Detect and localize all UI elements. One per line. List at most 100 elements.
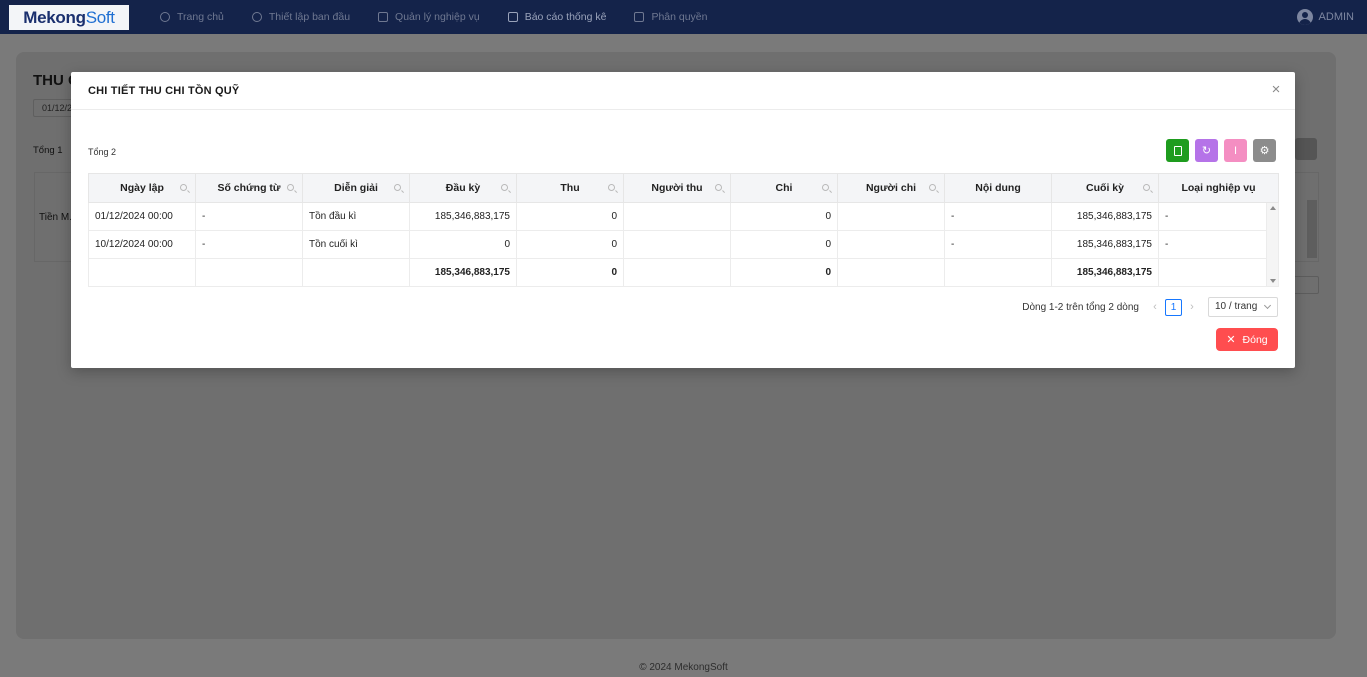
column-header-thu[interactable]: Thu [516,173,624,203]
menu-item-bao-cao[interactable]: Báo cáo thống kê [507,11,606,23]
summary-cell [944,258,1052,287]
column-header-dau-ky[interactable]: Đầu kỳ [409,173,517,203]
cell-thu: 0 [516,202,624,231]
column-header-nguoi-thu[interactable]: Người thu [623,173,731,203]
gear-icon [251,12,262,22]
column-header-so-chung-tu[interactable]: Số chứng từ [195,173,303,203]
cell-noi-dung: - [944,230,1052,259]
column-header-dien-giai[interactable]: Diễn giải [302,173,410,203]
summary-cell [195,258,303,287]
background-total-label: Tổng 1 [33,145,63,156]
cell-nguoi-chi [837,202,945,231]
detail-modal: CHI TIẾT THU CHI TỒN QUỸ × Tổng 2 ↻ I ⚙ … [71,72,1295,368]
main-menu: Trang chủ Thiết lập ban đầu Quản lý nghi… [160,0,736,34]
reload-icon: ↻ [1201,145,1212,157]
summary-cell [623,258,731,287]
background-scrollbar [1307,200,1317,258]
cell-nguoi-thu [623,202,731,231]
cell-cuoi-ky: 185,346,883,175 [1051,230,1159,259]
column-header-nguoi-chi[interactable]: Người chi [837,173,945,203]
menu-item-phan-quyen[interactable]: Phân quyền [634,11,708,23]
search-icon[interactable] [287,184,294,191]
table-row[interactable]: 10/12/2024 00:00 - Tồn cuối kì 0 0 0 - 1… [88,230,1279,259]
search-icon[interactable] [180,184,187,191]
cell-chi: 0 [730,202,838,231]
footer-copyright: © 2024 MekongSoft [639,662,728,673]
next-page-icon[interactable]: › [1186,299,1198,315]
cell-cuoi-ky: 185,346,883,175 [1051,202,1159,231]
document-icon [378,12,389,22]
cell-loai-nghiep-vu: - [1158,202,1279,231]
search-icon[interactable] [501,184,508,191]
excel-file-icon [1173,145,1182,156]
cell-dien-giai: Tồn cuối kì [302,230,410,259]
settings-button[interactable]: ⚙ [1253,139,1276,162]
cell-chi: 0 [730,230,838,259]
chevron-down-icon [1263,301,1272,310]
top-navbar: Mekong Soft Trang chủ Thiết lập ban đầu Q… [0,0,1367,34]
search-icon[interactable] [1143,184,1150,191]
text-cursor-icon: I [1233,144,1238,157]
cell-nguoi-thu [623,230,731,259]
table-scrollbar[interactable] [1266,203,1278,286]
column-header-chi[interactable]: Chi [730,173,838,203]
gear-icon: ⚙ [1259,145,1270,157]
column-width-button[interactable]: I [1224,139,1247,162]
pagination-info: Dòng 1-2 trên tổng 2 dòng [1022,301,1139,313]
export-excel-button[interactable] [1166,139,1189,162]
table-toolbar: ↻ I ⚙ [1166,139,1282,162]
cell-dau-ky: 185,346,883,175 [409,202,517,231]
summary-chi: 0 [730,258,838,287]
menu-item-quan-ly[interactable]: Quản lý nghiệp vụ [378,11,480,23]
summary-cell [302,258,410,287]
summary-cell [837,258,945,287]
cell-ngay-lap: 10/12/2024 00:00 [88,230,196,259]
report-icon [507,12,518,22]
background-row-label: Tiền M. [39,212,72,223]
summary-row: 185,346,883,175 0 0 185,346,883,175 [88,258,1279,287]
table-row[interactable]: 01/12/2024 00:00 - Tồn đầu kì 185,346,88… [88,202,1279,231]
cell-so-chung-tu: - [195,230,303,259]
close-icon[interactable]: × [1269,82,1283,97]
scroll-down-icon[interactable] [1270,279,1276,283]
reload-button[interactable]: ↻ [1195,139,1218,162]
column-header-cuoi-ky[interactable]: Cuối kỳ [1051,173,1159,203]
id-card-icon [634,12,645,22]
close-button[interactable]: ✕ Đóng [1216,328,1278,351]
summary-thu: 0 [516,258,624,287]
search-icon[interactable] [929,184,936,191]
summary-dau-ky: 185,346,883,175 [409,258,517,287]
page-number-button[interactable]: 1 [1165,298,1182,316]
summary-cell [88,258,196,287]
user-menu[interactable]: ADMIN [1296,0,1354,34]
column-header-noi-dung[interactable]: Nội dung [944,173,1052,203]
column-header-ngay-lap[interactable]: Ngày lập [88,173,196,203]
prev-page-icon[interactable]: ‹ [1149,299,1161,315]
pagination: Dòng 1-2 trên tổng 2 dòng ‹ 1 › 10 / tra… [1022,297,1278,317]
cell-dien-giai: Tồn đầu kì [302,202,410,231]
user-avatar-icon [1296,9,1313,25]
modal-header: CHI TIẾT THU CHI TỒN QUỸ × [71,72,1295,110]
column-header-loai-nghiep-vu[interactable]: Loại nghiệp vụ [1158,173,1279,203]
search-icon[interactable] [822,184,829,191]
menu-item-trang-chu[interactable]: Trang chủ [160,11,224,23]
mekongsoft-logo[interactable]: Mekong Soft [9,5,129,30]
search-icon[interactable] [608,184,615,191]
page-size-select[interactable]: 10 / trang [1208,297,1278,317]
modal-title: CHI TIẾT THU CHI TỒN QUỸ [88,85,240,97]
background-settings-button [1295,138,1317,160]
cell-so-chung-tu: - [195,202,303,231]
menu-item-thiet-lap[interactable]: Thiết lập ban đầu [251,11,350,23]
close-icon: ✕ [1226,334,1236,346]
cell-thu: 0 [516,230,624,259]
cell-nguoi-chi [837,230,945,259]
search-icon[interactable] [394,184,401,191]
summary-cell [1158,258,1279,287]
cell-ngay-lap: 01/12/2024 00:00 [88,202,196,231]
table-header-row: Ngày lập Số chứng từ Diễn giải Đầu kỳ Th… [88,173,1279,203]
detail-table: Ngày lập Số chứng từ Diễn giải Đầu kỳ Th… [88,173,1279,287]
cell-noi-dung: - [944,202,1052,231]
scroll-up-icon[interactable] [1270,206,1276,210]
total-count-label: Tổng 2 [88,147,117,157]
search-icon[interactable] [715,184,722,191]
